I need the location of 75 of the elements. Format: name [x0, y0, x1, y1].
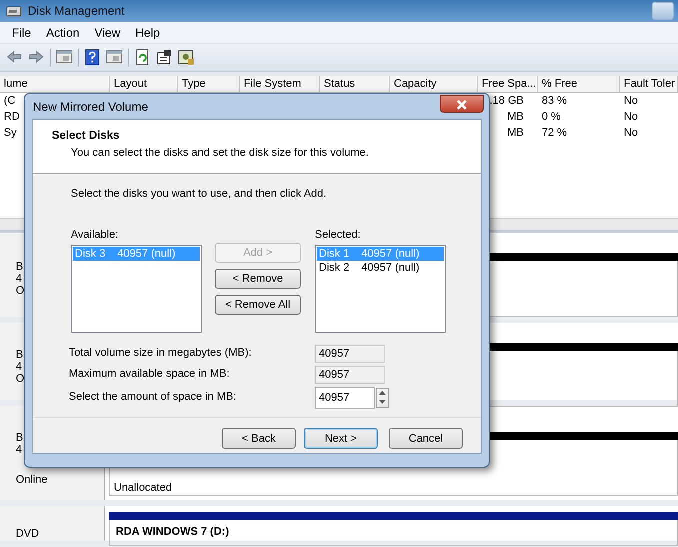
- refresh-icon[interactable]: [134, 49, 151, 66]
- partition-label: Unallocated: [114, 482, 172, 494]
- list-label: Available:: [71, 228, 120, 242]
- table-cell-text: RD: [3, 110, 21, 125]
- table-cell-text: Sy: [3, 126, 18, 141]
- close-icon: [457, 100, 467, 110]
- partition-label: RDA WINDOWS 7 (D:): [116, 526, 230, 538]
- disk-label: B: [16, 261, 24, 273]
- disk-label: O: [16, 373, 25, 385]
- table-cell-text: 0 %: [541, 110, 562, 125]
- close-button[interactable]: [440, 95, 484, 113]
- column-header[interactable]: Layout: [110, 76, 178, 92]
- forward-icon[interactable]: [28, 49, 45, 66]
- readonly-field: 40957: [315, 344, 385, 362]
- instruction-text: Select the disks you want to use, and then click Add.: [71, 187, 328, 202]
- window-title: Disk Management: [28, 3, 125, 20]
- column-header[interactable]: Status: [320, 76, 390, 92]
- menu-item[interactable]: Help: [130, 24, 170, 42]
- table-cell-text: 72 %: [541, 126, 568, 141]
- disk-size: 40957 (null): [362, 261, 420, 275]
- dialog-title: New Mirrored Volume: [33, 98, 148, 116]
- disk-name: Disk 2: [319, 261, 350, 275]
- table-cell-text: .18 GB: [488, 94, 525, 109]
- disk-label: 4: [16, 444, 22, 456]
- disk-label: 4: [16, 273, 22, 285]
- column-header[interactable]: Free Spa...: [478, 76, 538, 92]
- menu-item[interactable]: File: [6, 24, 40, 42]
- disk-name: Disk 1: [319, 247, 350, 261]
- table-cell-text: (C: [3, 94, 17, 109]
- table-cell-text: No: [623, 94, 640, 109]
- properties-icon[interactable]: [156, 49, 173, 66]
- move-button[interactable]: < Remove All: [215, 294, 301, 314]
- dialog-subtitle: You can select the disks and set the disk size for this volume.: [70, 146, 370, 162]
- dialog-heading: Select Disks: [52, 129, 121, 144]
- spinner-field[interactable]: 40957: [315, 386, 375, 408]
- readonly-field: 40957: [315, 366, 385, 384]
- dialog-button[interactable]: Cancel: [389, 428, 463, 449]
- table-cell-text: MB: [506, 110, 525, 125]
- disk-label: 4: [16, 361, 22, 373]
- list-item[interactable]: Disk 2 40957 (null): [317, 261, 444, 275]
- field-label: Total volume size in megabytes (MB):: [69, 346, 253, 362]
- disk-label: O: [16, 285, 25, 297]
- move-button[interactable]: < Remove: [215, 268, 301, 288]
- field-label: Select the amount of space in MB:: [69, 390, 238, 406]
- app-icon: [6, 4, 22, 18]
- column-header[interactable]: Capacity: [390, 76, 478, 92]
- column-header[interactable]: File System: [240, 76, 320, 92]
- disk-label: DVD: [16, 528, 40, 540]
- column-header[interactable]: Type: [178, 76, 240, 92]
- field-label: Maximum available space in MB:: [69, 367, 231, 382]
- disk-size: 40957 (null): [118, 247, 176, 261]
- help-icon[interactable]: [84, 49, 101, 66]
- dialog-button[interactable]: < Back: [222, 428, 296, 449]
- table-cell-text: MB: [506, 126, 525, 141]
- partition-box[interactable]: RDA WINDOWS 7 (D:): [109, 520, 678, 546]
- disk-label: B: [16, 432, 24, 444]
- menu-item[interactable]: View: [88, 24, 130, 42]
- dialog-button[interactable]: Next >: [304, 428, 378, 449]
- table-cell-text: 83 %: [541, 94, 568, 109]
- back-icon[interactable]: [6, 49, 23, 66]
- list-label: Selected:: [315, 228, 362, 242]
- table-cell-text: No: [623, 126, 640, 141]
- spinner-buttons[interactable]: [376, 388, 389, 408]
- disk-label: Online: [16, 474, 48, 486]
- disk-size: 40957 (null): [362, 247, 420, 261]
- menu-item[interactable]: Action: [40, 24, 89, 42]
- table-cell-text: No: [623, 110, 640, 125]
- disk-name: Disk 3: [75, 247, 106, 261]
- column-header[interactable]: lume: [0, 76, 110, 92]
- column-header[interactable]: Fault Toler: [620, 76, 678, 92]
- column-header[interactable]: % Free: [538, 76, 620, 92]
- pane-icon[interactable]: [106, 49, 123, 66]
- disk-list[interactable]: Disk 1 40957 (null) Disk 2 40957 (null): [315, 245, 446, 333]
- disk-label: B: [16, 349, 24, 361]
- pane-icon[interactable]: [56, 49, 73, 66]
